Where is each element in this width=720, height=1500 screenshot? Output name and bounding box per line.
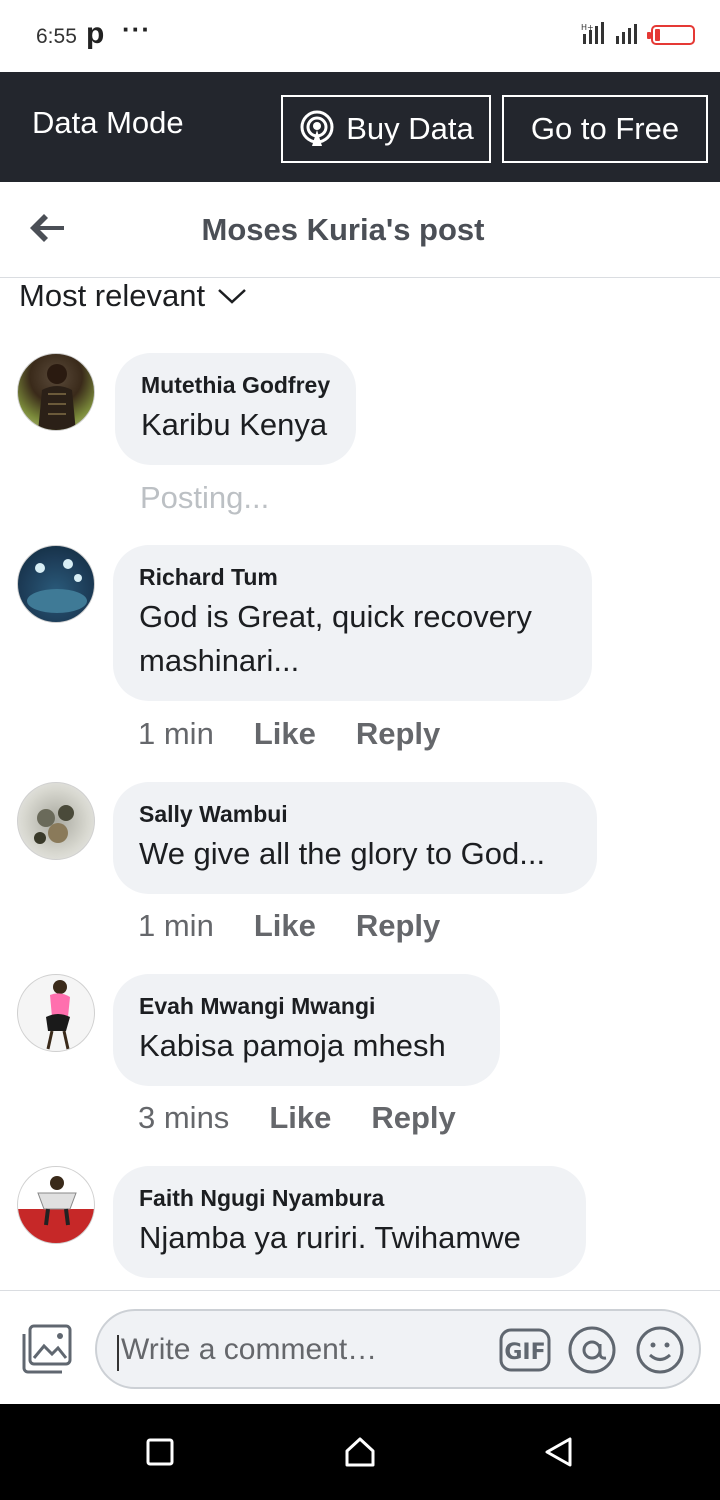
like-button[interactable]: Like [254, 906, 316, 946]
comment-author[interactable]: Faith Ngugi Nyambura [139, 1184, 560, 1212]
reply-button[interactable]: Reply [356, 714, 440, 754]
gif-icon[interactable]: GIF [499, 1328, 551, 1372]
like-button[interactable]: Like [269, 1098, 331, 1138]
comment-author[interactable]: Mutethia Godfrey [141, 371, 330, 399]
avatar-image [46, 980, 70, 1050]
comment-bubble[interactable]: Sally Wambui We give all the glory to Go… [113, 782, 597, 894]
comment-text: Karibu Kenya [141, 407, 328, 442]
posting-status: Posting... [140, 480, 270, 515]
sort-dropdown[interactable]: Most relevant [19, 278, 247, 314]
reply-button[interactable]: Reply [371, 1098, 455, 1138]
comment-bubble[interactable]: Faith Ngugi Nyambura Njamba ya ruriri. T… [113, 1166, 586, 1278]
home-icon[interactable] [344, 1436, 376, 1468]
system-nav-bar [0, 1404, 720, 1500]
comment-text-line: mashinari... [139, 643, 300, 678]
comment-text: Kabisa pamoja mhesh [139, 1028, 446, 1063]
post-header: Moses Kuria's post [0, 182, 720, 278]
photo-icon[interactable] [20, 1324, 72, 1374]
broadcast-icon [300, 110, 334, 146]
page-title: Moses Kuria's post [201, 212, 485, 247]
avatar-image [34, 805, 74, 844]
status-bar: 6:55 p ··· H+ [0, 0, 720, 72]
parking-app-icon: p [86, 17, 105, 50]
signal-icon-2 [616, 24, 637, 44]
go-to-free-button[interactable]: Go to Free [502, 95, 708, 163]
svg-text:H+: H+ [581, 23, 594, 32]
comment-author[interactable]: Sally Wambui [139, 800, 571, 828]
avatar[interactable] [17, 782, 95, 860]
mention-icon[interactable] [567, 1325, 617, 1375]
like-button[interactable]: Like [254, 714, 316, 754]
comment-author[interactable]: Richard Tum [139, 563, 566, 591]
avatar-image [38, 364, 76, 430]
back-icon[interactable] [542, 1436, 574, 1468]
avatar[interactable] [17, 545, 95, 623]
data-mode-label: Data Mode [32, 105, 184, 140]
comment-text-line: God is Great, quick recovery [139, 599, 532, 634]
emoji-icon[interactable] [635, 1325, 685, 1375]
status-time: 6:55 [36, 25, 77, 48]
sort-label: Most relevant [19, 278, 206, 313]
comment-bubble[interactable]: Mutethia Godfrey Karibu Kenya [115, 353, 357, 465]
battery-icon [647, 25, 695, 45]
avatar[interactable] [17, 1166, 95, 1244]
comment-time: 1 min [138, 908, 214, 943]
comment-text: God is Great, quick recovery mashinari..… [139, 595, 566, 683]
comment-author[interactable]: Evah Mwangi Mwangi [139, 992, 474, 1020]
comment-time: 1 min [138, 716, 214, 751]
comment-bubble[interactable]: Evah Mwangi Mwangi Kabisa pamoja mhesh [113, 974, 500, 1086]
comment-text: We give all the glory to God... [139, 836, 546, 871]
avatar[interactable] [17, 353, 95, 431]
gif-label: GIF [504, 1340, 545, 1365]
avatar-image [37, 1176, 77, 1226]
reply-button[interactable]: Reply [356, 906, 440, 946]
text-caret [117, 1335, 119, 1371]
buy-data-label: Buy Data [346, 111, 474, 146]
comment-placeholder: Write a comment… [121, 1333, 378, 1366]
avatar[interactable] [17, 974, 95, 1052]
chevron-down-icon [218, 289, 246, 304]
recent-apps-icon[interactable] [144, 1436, 176, 1468]
data-mode-bar: Data Mode Buy Data Go to Free [0, 72, 720, 182]
comment-time: 3 mins [138, 1100, 230, 1135]
comment-text: Njamba ya ruriri. Twihamwe [139, 1220, 521, 1255]
go-to-free-label: Go to Free [530, 111, 680, 146]
comment-input[interactable]: Write a comment… GIF [95, 1309, 701, 1389]
buy-data-button[interactable]: Buy Data [281, 95, 491, 163]
comment-composer: Write a comment… GIF [0, 1290, 720, 1404]
comment-meta: 3 mins Like Reply [138, 1098, 456, 1138]
avatar-image [27, 559, 87, 613]
more-notifications-icon: ··· [122, 14, 151, 44]
comment-bubble[interactable]: Richard Tum God is Great, quick recovery… [113, 545, 592, 701]
comment-meta: 1 min Like Reply [138, 714, 440, 754]
comment-meta: 1 min Like Reply [138, 906, 440, 946]
signal-icon: H+ [581, 22, 604, 44]
